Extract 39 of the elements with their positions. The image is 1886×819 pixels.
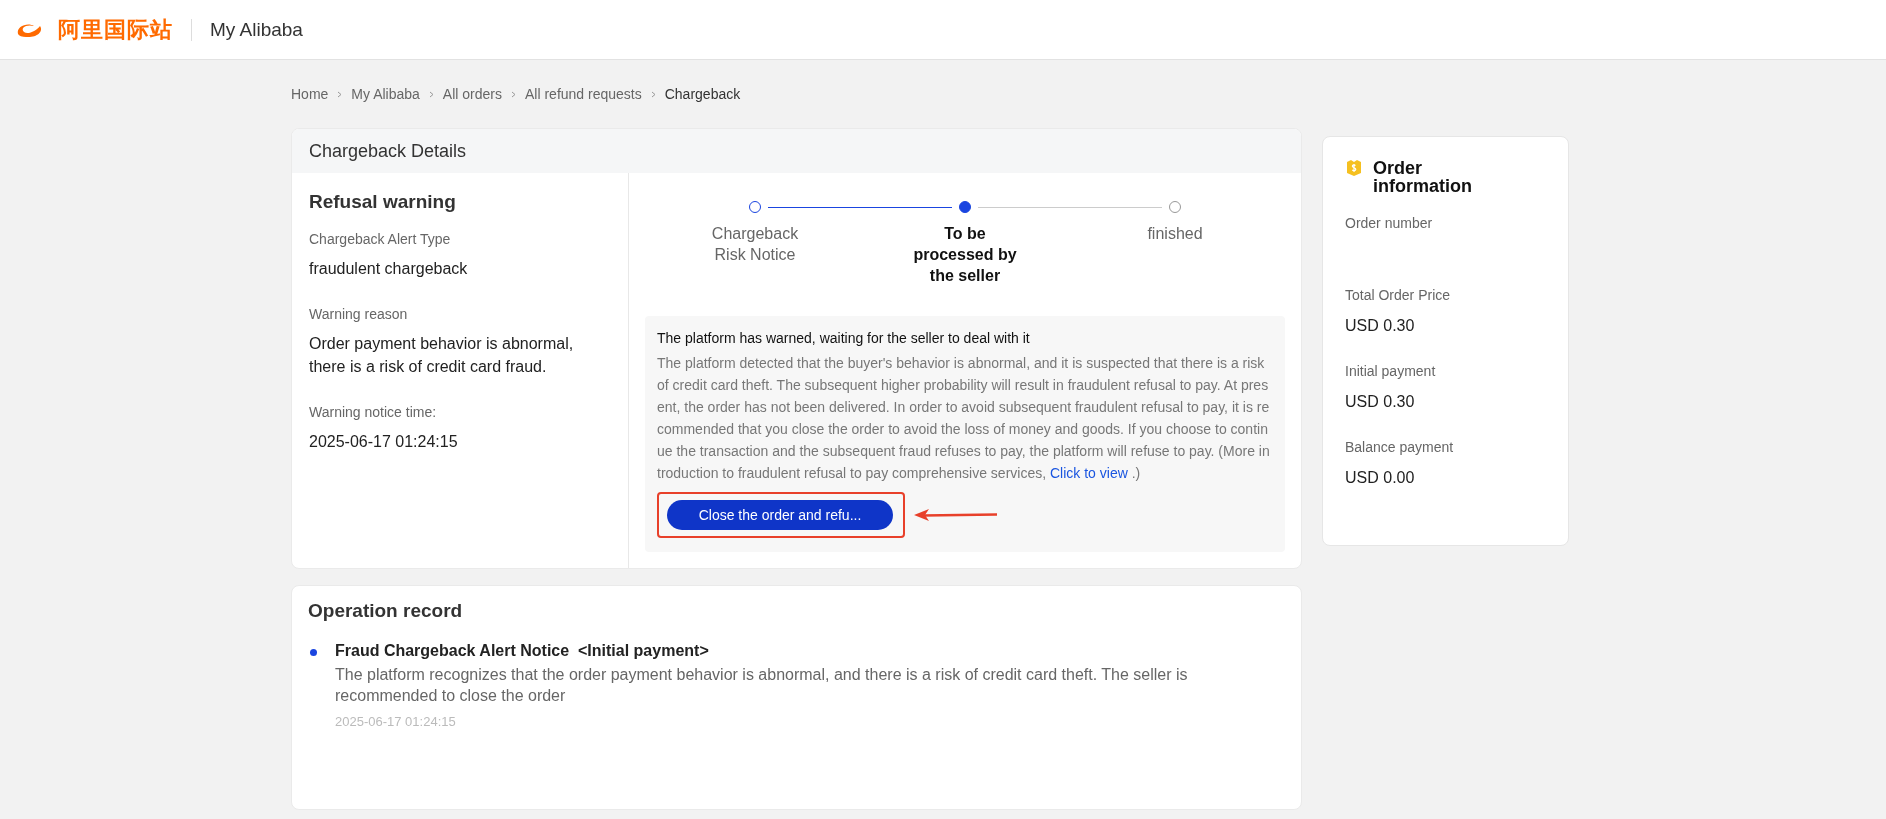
- view-link[interactable]: Click to view: [1050, 465, 1128, 481]
- breadcrumb-link[interactable]: All orders: [442, 86, 502, 102]
- section-title: Operation record: [308, 600, 464, 622]
- info-value: USD 0.30: [1345, 393, 1416, 411]
- section-title: Refusal warning: [309, 191, 457, 213]
- breadcrumb-link[interactable]: Chargeback: [664, 86, 741, 102]
- field-label: Warning reason: [309, 306, 409, 322]
- field-label: Warning notice time:: [309, 404, 438, 420]
- record-title: Fraud Chargeback Alert Notice <Initial payment>: [335, 642, 710, 660]
- notice-text: The platform detected that the buyer's behavior is abnormal, and it is suspected that there is a risk of credit card theft. The subsequent higher probability will result in fraudulent refusal to pay. At present, the order has not been delivered. In order to avoid subsequent fraudulent refusal to pay, it is recommended that you close the order to avoid the loss of money and goods. If you choose to continue the transaction and the subsequent fraud refuses to pay, the platform will refuse to pay. (More introduction to fraudulent refusal to pay comprehensive services, Click to view .): [657, 354, 1271, 483]
- info-value: USD 0.00: [1345, 469, 1416, 487]
- info-value: USD 0.30: [1345, 317, 1416, 335]
- breadcrumb-link[interactable]: Home: [291, 86, 329, 102]
- notice-title: The platform has warned, waiting for the seller to deal with it: [657, 330, 1031, 346]
- coin-shield-icon: [1345, 159, 1363, 177]
- info-label: Order number: [1345, 215, 1434, 231]
- breadcrumb-link[interactable]: My Alibaba: [351, 86, 420, 102]
- field-value: Order payment behavior is abnormal, there is a risk of credit card fraud.: [309, 334, 575, 377]
- breadcrumb-link[interactable]: All refund requests: [525, 86, 642, 102]
- field-value: fraudulent chargeback: [309, 259, 469, 279]
- record-description: The platform recognizes that the order payment behavior is abnormal, and there is a risk of credit card theft. The seller is recommended to close the order: [335, 665, 1189, 706]
- field-label: Chargeback Alert Type: [309, 231, 452, 247]
- step-label: Chargeback Risk Notice: [710, 224, 800, 265]
- chevron-icon: [428, 90, 434, 98]
- chevron-icon: [337, 90, 343, 98]
- close-order-button[interactable]: Close the order and refu...: [667, 500, 893, 530]
- record-time: 2025-06-17 01:24:15: [335, 714, 457, 729]
- step-label: To be processed by the seller: [912, 224, 1018, 286]
- info-label: Initial payment: [1345, 363, 1437, 379]
- page-title: My Alibaba: [210, 18, 303, 41]
- logo-text[interactable]: 阿里国际站: [58, 14, 173, 45]
- chevron-icon: [650, 90, 656, 98]
- field-value: 2025-06-17 01:24:15: [309, 432, 459, 452]
- info-label: Balance payment: [1345, 439, 1455, 455]
- card-title: Chargeback Details: [292, 129, 1301, 173]
- info-label: Total Order Price: [1345, 287, 1452, 303]
- step-label: finished: [1146, 224, 1204, 244]
- card-title: Order information: [1373, 159, 1473, 195]
- chevron-icon: [511, 90, 516, 98]
